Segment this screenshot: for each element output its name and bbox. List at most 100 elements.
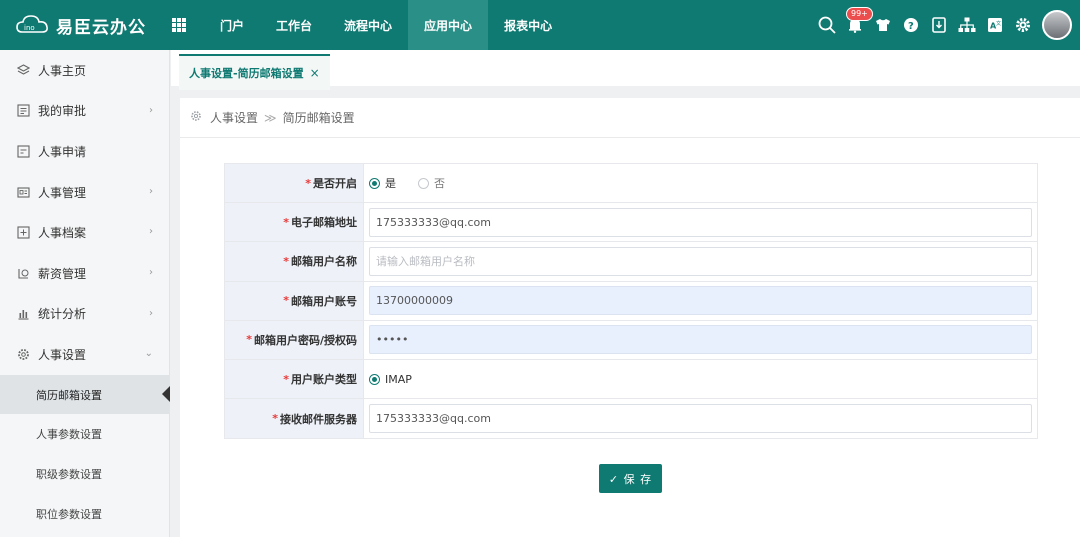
chevron-right-icon: › bbox=[149, 185, 153, 197]
gear-icon[interactable] bbox=[1010, 12, 1036, 38]
sidebar-subitem-rank-parameter-settings[interactable]: 职级参数设置 bbox=[0, 454, 169, 494]
email-settings-form: * 是否开启 是 否 * 电子邮箱地址 175333333@qq.com * 邮箱用户… bbox=[224, 163, 1038, 440]
required-mark: * bbox=[283, 294, 289, 308]
required-mark: * bbox=[283, 215, 289, 229]
sidebar-item-my-approval[interactable]: 我的审批 › bbox=[0, 91, 169, 132]
tab-resume-email-settings[interactable]: 人事设置-简历邮箱设置 × bbox=[179, 54, 330, 90]
field-value: 175333333@qq.com bbox=[364, 203, 1037, 241]
radio-enabled-yes[interactable]: 是 bbox=[369, 175, 396, 191]
field-label: * 邮箱用户密码/授权码 bbox=[225, 320, 364, 359]
logo[interactable]: ino 易臣云办公 bbox=[0, 0, 172, 50]
field-label: * 接收邮件服务器 bbox=[225, 399, 364, 439]
sidebar-item-label: 我的审批 bbox=[38, 104, 87, 119]
id-card-icon bbox=[16, 185, 30, 199]
form-row-account-type: * 用户账户类型 IMAP bbox=[225, 359, 1037, 400]
nav-app-center[interactable]: 应用中心 bbox=[408, 0, 489, 50]
sidebar-item-label: 人事主页 bbox=[38, 63, 87, 78]
required-mark: * bbox=[283, 372, 289, 386]
chevron-right-icon: › bbox=[149, 307, 153, 319]
sidebar-subitem-position-parameter-settings[interactable]: 职位参数设置 bbox=[0, 494, 169, 534]
field-label: * 用户账户类型 bbox=[225, 359, 364, 399]
required-mark: * bbox=[305, 176, 311, 190]
email-password-input[interactable]: ••••• bbox=[369, 325, 1032, 355]
radio-account-type-imap[interactable]: IMAP bbox=[369, 373, 412, 386]
approval-icon bbox=[16, 104, 30, 118]
chevron-down-icon: ⌄ bbox=[144, 348, 153, 360]
sidebar-subitem-hr-parameter-settings[interactable]: 人事参数设置 bbox=[0, 414, 169, 454]
sidebar-item-hr-settings[interactable]: 人事设置 ⌄ bbox=[0, 334, 169, 375]
sidebar-item-hr-archive[interactable]: 人事档案 › bbox=[0, 212, 169, 253]
field-label: * 邮箱用户名称 bbox=[225, 242, 364, 281]
sidebar-item-hr-home[interactable]: 人事主页 bbox=[0, 50, 169, 91]
radio-checked-icon bbox=[369, 373, 380, 385]
chevron-right-icon: › bbox=[149, 266, 153, 278]
close-icon[interactable]: × bbox=[310, 66, 320, 80]
form-row-enabled: * 是否开启 是 否 bbox=[225, 164, 1037, 204]
app-grid-icon[interactable] bbox=[172, 18, 186, 32]
translate-icon[interactable]: A文 bbox=[982, 12, 1008, 38]
radio-enabled-no[interactable]: 否 bbox=[418, 175, 445, 191]
field-value: 请输入邮箱用户名称 bbox=[364, 242, 1037, 280]
breadcrumb-item-hr-settings[interactable]: 人事设置 bbox=[210, 109, 258, 126]
field-label-text: 电子邮箱地址 bbox=[291, 216, 357, 230]
sidebar-item-salary[interactable]: 薪资管理 › bbox=[0, 253, 169, 294]
notification-badge: 99+ bbox=[846, 7, 873, 21]
field-value: ••••• bbox=[364, 321, 1037, 359]
bell-icon[interactable]: 99+ bbox=[842, 7, 873, 38]
application-icon bbox=[16, 144, 30, 158]
main-nav: 门户 工作台 流程中心 应用中心 报表中心 bbox=[204, 0, 568, 50]
save-button[interactable]: ✓ 保 存 bbox=[599, 464, 662, 493]
form-row-account: * 邮箱用户账号 13700000009 bbox=[225, 281, 1037, 321]
sidebar-item-label: 薪资管理 bbox=[38, 266, 87, 281]
field-label: * 邮箱用户账号 bbox=[225, 281, 364, 320]
chevron-right-icon: › bbox=[149, 226, 153, 238]
sidebar-item-hr-management[interactable]: 人事管理 › bbox=[0, 172, 169, 213]
search-icon[interactable] bbox=[814, 12, 840, 38]
shirt-icon[interactable] bbox=[870, 12, 896, 38]
email-account-input[interactable]: 13700000009 bbox=[369, 286, 1032, 316]
sidebar-item-label: 人事设置 bbox=[38, 347, 87, 362]
form-row-email: * 电子邮箱地址 175333333@qq.com bbox=[225, 203, 1037, 243]
main-content: 人事设置 ≫ 简历邮箱设置 * 是否开启 是 否 * 电子邮箱地址 17533333… bbox=[180, 98, 1080, 537]
breadcrumb-item-resume-email-settings: 简历邮箱设置 bbox=[282, 111, 355, 125]
field-value: 是 否 bbox=[364, 164, 1037, 202]
header-tools: 99+ ? A文 bbox=[812, 0, 1072, 50]
settings-icon bbox=[16, 347, 30, 361]
nav-workbench[interactable]: 工作台 bbox=[260, 0, 328, 50]
required-mark: * bbox=[272, 412, 278, 426]
nav-process-center[interactable]: 流程中心 bbox=[328, 0, 408, 50]
field-label-text: 邮箱用户账号 bbox=[291, 294, 357, 308]
help-icon[interactable]: ? bbox=[898, 12, 924, 38]
sidebar-subitem-resume-email-settings[interactable]: 简历邮箱设置 bbox=[0, 374, 170, 415]
email-address-input[interactable]: 175333333@qq.com bbox=[369, 207, 1032, 237]
chevron-right-icon: › bbox=[149, 104, 153, 116]
tab-label: 人事设置-简历邮箱设置 bbox=[189, 67, 304, 80]
field-label: * 是否开启 bbox=[225, 164, 364, 203]
form-row-password: * 邮箱用户密码/授权码 ••••• bbox=[225, 320, 1037, 360]
nav-report-center[interactable]: 报表中心 bbox=[488, 0, 568, 50]
org-chart-icon[interactable] bbox=[954, 12, 980, 38]
field-label-text: 邮箱用户密码/授权码 bbox=[253, 333, 357, 347]
sidebar-item-statistics[interactable]: 统计分析 › bbox=[0, 294, 169, 335]
radio-label: 否 bbox=[434, 177, 445, 191]
brand-name: 易臣云办公 bbox=[56, 17, 146, 38]
input-placeholder: 请输入邮箱用户名称 bbox=[376, 255, 475, 269]
incoming-server-input[interactable]: 175333333@qq.com bbox=[369, 404, 1032, 434]
sidebar-item-label: 人事申请 bbox=[38, 144, 87, 159]
sidebar-item-label: 人事管理 bbox=[38, 185, 87, 200]
email-username-input[interactable]: 请输入邮箱用户名称 bbox=[369, 246, 1032, 276]
field-label-text: 接收邮件服务器 bbox=[280, 412, 357, 426]
sidebar-item-label: 统计分析 bbox=[38, 307, 87, 322]
sidebar-item-hr-application[interactable]: 人事申请 bbox=[0, 131, 169, 172]
user-avatar[interactable] bbox=[1042, 10, 1072, 40]
field-label-text: 是否开启 bbox=[313, 177, 357, 191]
field-label-text: 用户账户类型 bbox=[291, 373, 357, 387]
layers-icon bbox=[16, 63, 30, 77]
top-navigation-bar: ino 易臣云办公 门户 工作台 流程中心 应用中心 报表中心 99+ ? A … bbox=[0, 0, 1080, 50]
nav-portal[interactable]: 门户 bbox=[204, 0, 260, 50]
field-value: 13700000009 bbox=[364, 282, 1037, 320]
gear-icon bbox=[190, 110, 202, 125]
radio-label: IMAP bbox=[385, 372, 412, 386]
svg-text:?: ? bbox=[908, 21, 914, 32]
download-icon[interactable] bbox=[926, 12, 952, 38]
